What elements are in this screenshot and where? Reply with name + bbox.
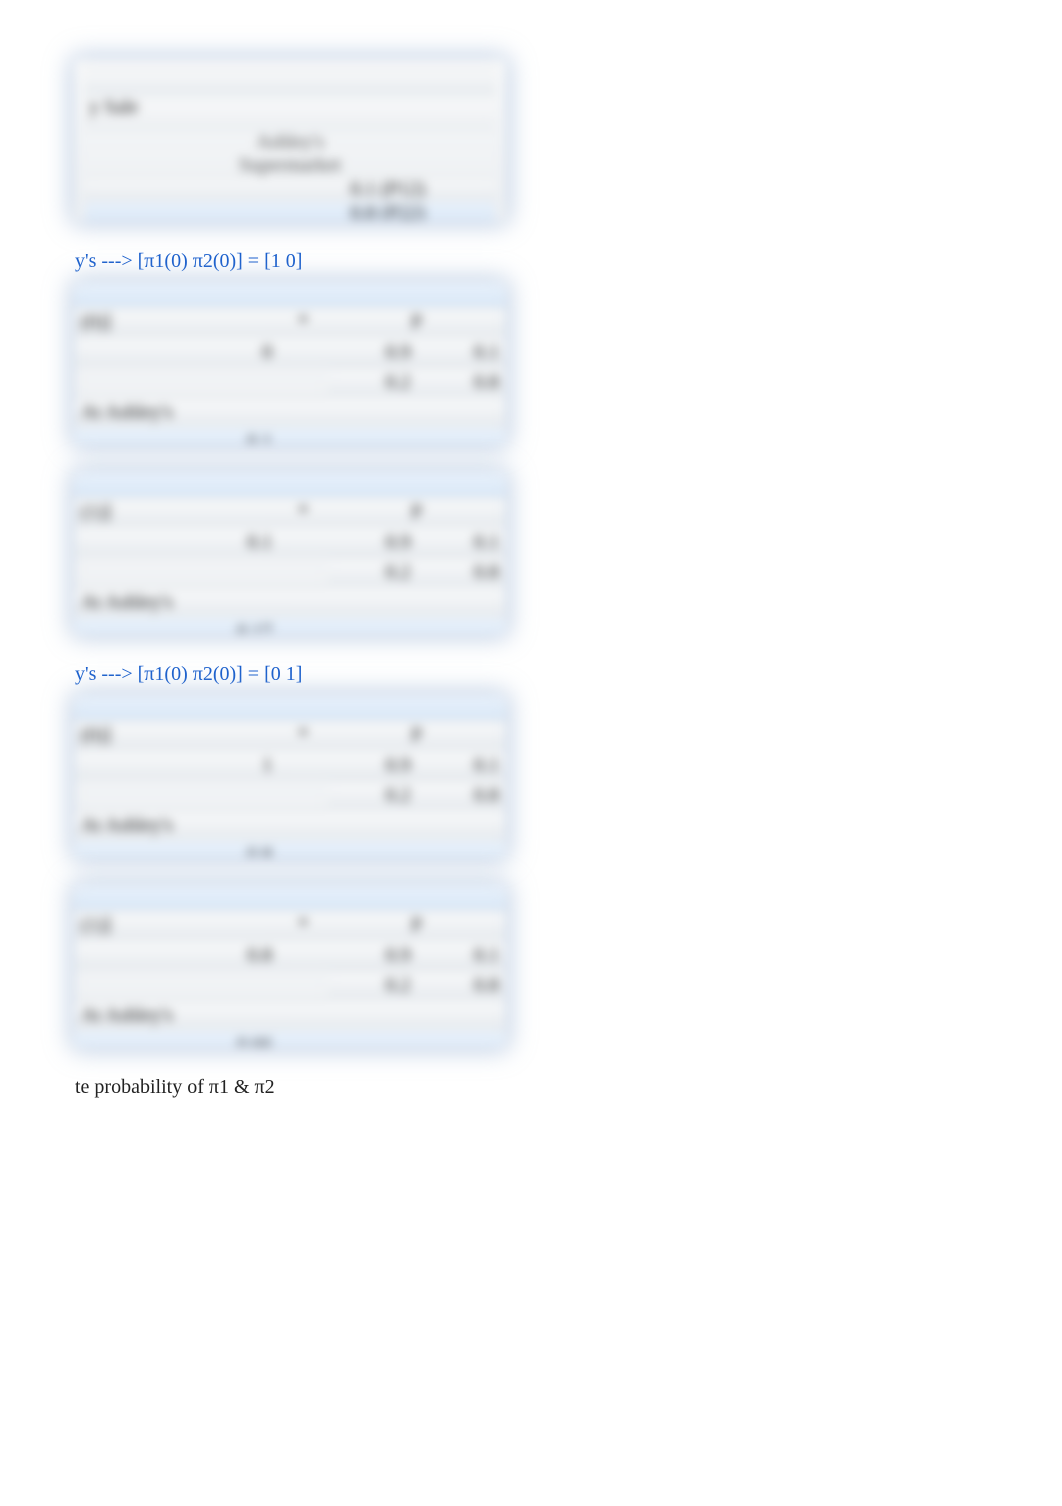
row-sale: y Sale: [85, 96, 495, 119]
col-header-ashleys: Ashley's: [85, 131, 495, 154]
ashley-label: At Ashley's: [75, 588, 278, 618]
label: (0)]: [75, 308, 278, 338]
ashley-label: At Ashley's: [75, 398, 278, 428]
label: (1)]: [75, 498, 278, 528]
ashley-label: At Ashley's: [75, 811, 278, 841]
heading-initial-state-a: y's ---> [π1(0) π2(0)] = [1 0]: [75, 250, 505, 273]
p11: 0.9: [328, 941, 416, 971]
star: *: [278, 308, 328, 338]
p22: 0.8: [417, 558, 505, 588]
star: *: [278, 721, 328, 751]
top-table: y Sale Ashley's Supermarket 0.1 (P12) 0.…: [75, 60, 505, 220]
calc-block-2: (0)] * P 1 0.9 0.1 0.2 0.8 At Ashley's 0…: [75, 696, 505, 856]
p22: 0.8: [417, 368, 505, 398]
bottom-val: 0.17: [75, 618, 278, 634]
p21: 0.2: [328, 368, 416, 398]
p12: 0.1: [417, 338, 505, 368]
heading-initial-state-b: y's ---> [π1(0) π2(0)] = [0 1]: [75, 663, 505, 686]
calc-block-3: (1)] * P 0.8 0.9 0.1 0.2 0.8 At Ashley's…: [75, 886, 505, 1046]
p11: 0.9: [328, 338, 416, 368]
label: (1)]: [75, 911, 278, 941]
cell-p22: 0.8 (P22): [85, 202, 495, 220]
p21: 0.2: [328, 781, 416, 811]
p-header: P: [328, 498, 505, 528]
p11: 0.9: [328, 751, 416, 781]
footnote: te probability of π1 & π2: [75, 1076, 505, 1099]
left-val: 0.8: [75, 941, 278, 971]
left-val: 0: [75, 338, 278, 368]
left-val: 1: [75, 751, 278, 781]
calc-block-1: (1)] * P 0.1 0.9 0.1 0.2 0.8 At Ashley's…: [75, 473, 505, 633]
p12: 0.1: [417, 528, 505, 558]
p22: 0.8: [417, 971, 505, 1001]
col-header-supermarket: Supermarket: [85, 154, 495, 177]
p-header: P: [328, 308, 505, 338]
calc-block-0: (0)] * P 0 0.9 0.1 0.2 0.8 At Ashley's 0…: [75, 283, 505, 443]
p-header: P: [328, 911, 505, 941]
bottom-val: 0.8: [75, 841, 278, 857]
cell-p12: 0.1 (P12): [85, 177, 495, 202]
p12: 0.1: [417, 751, 505, 781]
p12: 0.1: [417, 941, 505, 971]
p21: 0.2: [328, 971, 416, 1001]
p22: 0.8: [417, 781, 505, 811]
label: (0)]: [75, 721, 278, 751]
p21: 0.2: [328, 558, 416, 588]
p-header: P: [328, 721, 505, 751]
star: *: [278, 911, 328, 941]
bottom-val: 0.66: [75, 1031, 278, 1047]
bottom-val: 0.1: [75, 428, 278, 444]
star: *: [278, 498, 328, 528]
p11: 0.9: [328, 528, 416, 558]
ashley-label: At Ashley's: [75, 1001, 278, 1031]
left-val: 0.1: [75, 528, 278, 558]
